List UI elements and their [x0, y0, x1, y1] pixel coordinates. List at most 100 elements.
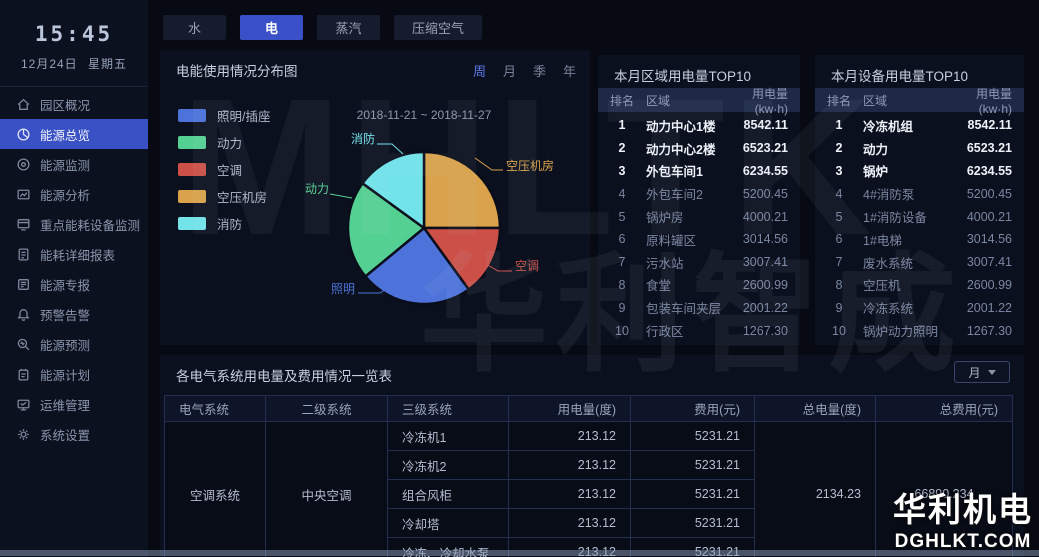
table-row: 9冷冻系统2001.22: [815, 296, 1024, 319]
total-cost-cell: 66890.234: [876, 422, 1013, 557]
pie-callout-lighting: 照明: [331, 280, 355, 297]
table-row: 2动力6523.21: [815, 137, 1024, 160]
sidebar-item-system-settings[interactable]: 系统设置: [0, 419, 148, 449]
pie-callout-power: 动力: [305, 180, 329, 197]
table-row: 61#电梯3014.56: [815, 228, 1024, 251]
period-select-dropdown[interactable]: 月: [954, 361, 1010, 383]
selected-period: 月: [968, 364, 980, 381]
table-header-row: 电气系统 二级系统 三级系统 用电量(度) 费用(元) 总电量(度) 总费用(元…: [165, 396, 1013, 422]
sidebar-item-label: 预警告警: [40, 305, 90, 324]
system-cell: 空调系统: [165, 422, 266, 557]
sidebar-item-label: 能源预测: [40, 335, 90, 354]
table-row: 空调系统 中央空调 冷冻机1 213.12 5231.21 2134.23 66…: [165, 422, 1013, 451]
energy-forecast-icon: [16, 337, 31, 352]
pie-callout-hvac: 空调: [515, 257, 539, 274]
sidebar-item-detail-report[interactable]: 能耗详细报表: [0, 239, 148, 269]
sidebar-item-label: 能源总览: [40, 125, 90, 144]
clock: 15:45: [0, 0, 148, 46]
table-row: 10锅炉动力照明1267.30: [815, 319, 1024, 342]
sidebar-item-park-overview[interactable]: 园区概况: [0, 89, 148, 119]
sidebar-item-label: 能源监测: [40, 155, 90, 174]
table-row: 1动力中心1楼8542.11: [598, 114, 800, 137]
sidebar-item-energy-plan[interactable]: 能源计划: [0, 359, 148, 389]
sidebar-item-energy-overview[interactable]: 能源总览: [0, 119, 148, 149]
table-row: 3锅炉6234.55: [815, 160, 1024, 183]
sidebar-item-energy-analysis[interactable]: 能源分析: [0, 179, 148, 209]
legend-item[interactable]: 空压机房: [178, 189, 270, 203]
sidebar-nav: 园区概况 能源总览 能源监测 能源分析 重点能耗设备监测 能耗详细报表 能源专报: [0, 89, 148, 449]
table-row: 6原料罐区3014.56: [598, 228, 800, 251]
period-quarter[interactable]: 季: [533, 61, 546, 80]
sidebar-item-energy-bulletin[interactable]: 能源专报: [0, 269, 148, 299]
tab-steam[interactable]: 蒸汽: [317, 15, 380, 40]
legend-item[interactable]: 空调: [178, 162, 270, 176]
settings-gear-icon: [16, 427, 31, 442]
tab-water[interactable]: 水: [163, 15, 226, 40]
date-label: 12月24日: [21, 57, 78, 71]
table-header: 排名 区域 用电量(kw·h): [598, 88, 800, 112]
sidebar-item-alert-alarm[interactable]: 预警告警: [0, 299, 148, 329]
table-row: 4外包车间25200.45: [598, 182, 800, 205]
period-week[interactable]: 周: [473, 61, 486, 80]
col-header: 用电量(度): [509, 396, 631, 422]
chevron-down-icon: [988, 370, 996, 375]
pie-slice[interactable]: [424, 152, 500, 228]
pie-callout-line: [330, 194, 352, 198]
table-row: 7污水站3007.41: [598, 251, 800, 274]
pie-callout-line: [475, 158, 503, 170]
ops-management-icon: [16, 397, 31, 412]
period-month[interactable]: 月: [503, 61, 516, 80]
period-year[interactable]: 年: [563, 61, 576, 80]
col-header: 三级系统: [388, 396, 509, 422]
sidebar-item-label: 能源计划: [40, 365, 90, 384]
subsystem-cell: 中央空调: [266, 422, 388, 557]
legend-item[interactable]: 照明/插座: [178, 108, 270, 122]
sidebar-item-key-device-monitor[interactable]: 重点能耗设备监测: [0, 209, 148, 239]
systems-cost-panel: 各电气系统用电量及费用情况一览表 月 电气系统 二级系统 三级系统 用电量(度)…: [160, 355, 1024, 557]
total-energy-cell: 2134.23: [755, 422, 876, 557]
table-row: 1冷冻机组8542.11: [815, 114, 1024, 137]
sidebar-item-label: 能源分析: [40, 185, 90, 204]
sidebar-item-energy-monitor[interactable]: 能源监测: [0, 149, 148, 179]
tab-compressed-air[interactable]: 压缩空气: [394, 15, 482, 40]
main-content: 水 电 蒸汽 压缩空气 电能使用情况分布图 周 月 季 年 2018-11-21…: [148, 0, 1039, 557]
table-row: 8食堂2600.99: [598, 274, 800, 297]
energy-monitor-icon: [16, 157, 31, 172]
table-row: 10行政区1267.30: [598, 319, 800, 342]
period-selector: 周 月 季 年: [473, 61, 576, 80]
energy-bulletin-icon: [16, 277, 31, 292]
energy-overview-icon: [16, 127, 31, 142]
legend-swatch: [178, 136, 206, 149]
sidebar-item-label: 园区概况: [40, 95, 90, 114]
energy-plan-icon: [16, 367, 31, 382]
panel-title: 各电气系统用电量及费用情况一览表: [176, 365, 392, 385]
sidebar-item-label: 运维管理: [40, 395, 90, 414]
table-row: 51#消防设备4000.21: [815, 205, 1024, 228]
tab-electricity[interactable]: 电: [240, 15, 303, 40]
device-monitor-icon: [16, 217, 31, 232]
legend-item[interactable]: 消防: [178, 216, 270, 230]
panel-title: 本月区域用电量TOP10: [614, 65, 751, 85]
legend-swatch: [178, 190, 206, 203]
legend-item[interactable]: 动力: [178, 135, 270, 149]
col-header: 费用(元): [631, 396, 755, 422]
sidebar-item-energy-forecast[interactable]: 能源预测: [0, 329, 148, 359]
table-row: 7废水系统3007.41: [815, 251, 1024, 274]
sidebar-item-ops-management[interactable]: 运维管理: [0, 389, 148, 419]
legend-swatch: [178, 217, 206, 230]
device-top10-panel: 本月设备用电量TOP10 排名 区域 用电量(kw·h) 1冷冻机组8542.1…: [815, 55, 1024, 345]
table-body: 1动力中心1楼8542.11 2动力中心2楼6523.21 3外包车间16234…: [598, 114, 800, 342]
sidebar-item-label: 能源专报: [40, 275, 90, 294]
panel-title: 本月设备用电量TOP10: [831, 65, 968, 85]
energy-analysis-icon: [16, 187, 31, 202]
table-row: 3外包车间16234.55: [598, 160, 800, 183]
legend-swatch: [178, 163, 206, 176]
pie-legend: 照明/插座 动力 空调 空压机房 消防: [178, 108, 270, 243]
table-row: 9包装车间夹层2001.22: [598, 296, 800, 319]
horizontal-scrollbar[interactable]: [0, 550, 1039, 556]
legend-swatch: [178, 109, 206, 122]
table-row: 5锅炉房4000.21: [598, 205, 800, 228]
sidebar-item-label: 重点能耗设备监测: [40, 215, 140, 234]
table-header: 排名 区域 用电量(kw·h): [815, 88, 1024, 112]
panel-title: 电能使用情况分布图: [176, 60, 298, 80]
